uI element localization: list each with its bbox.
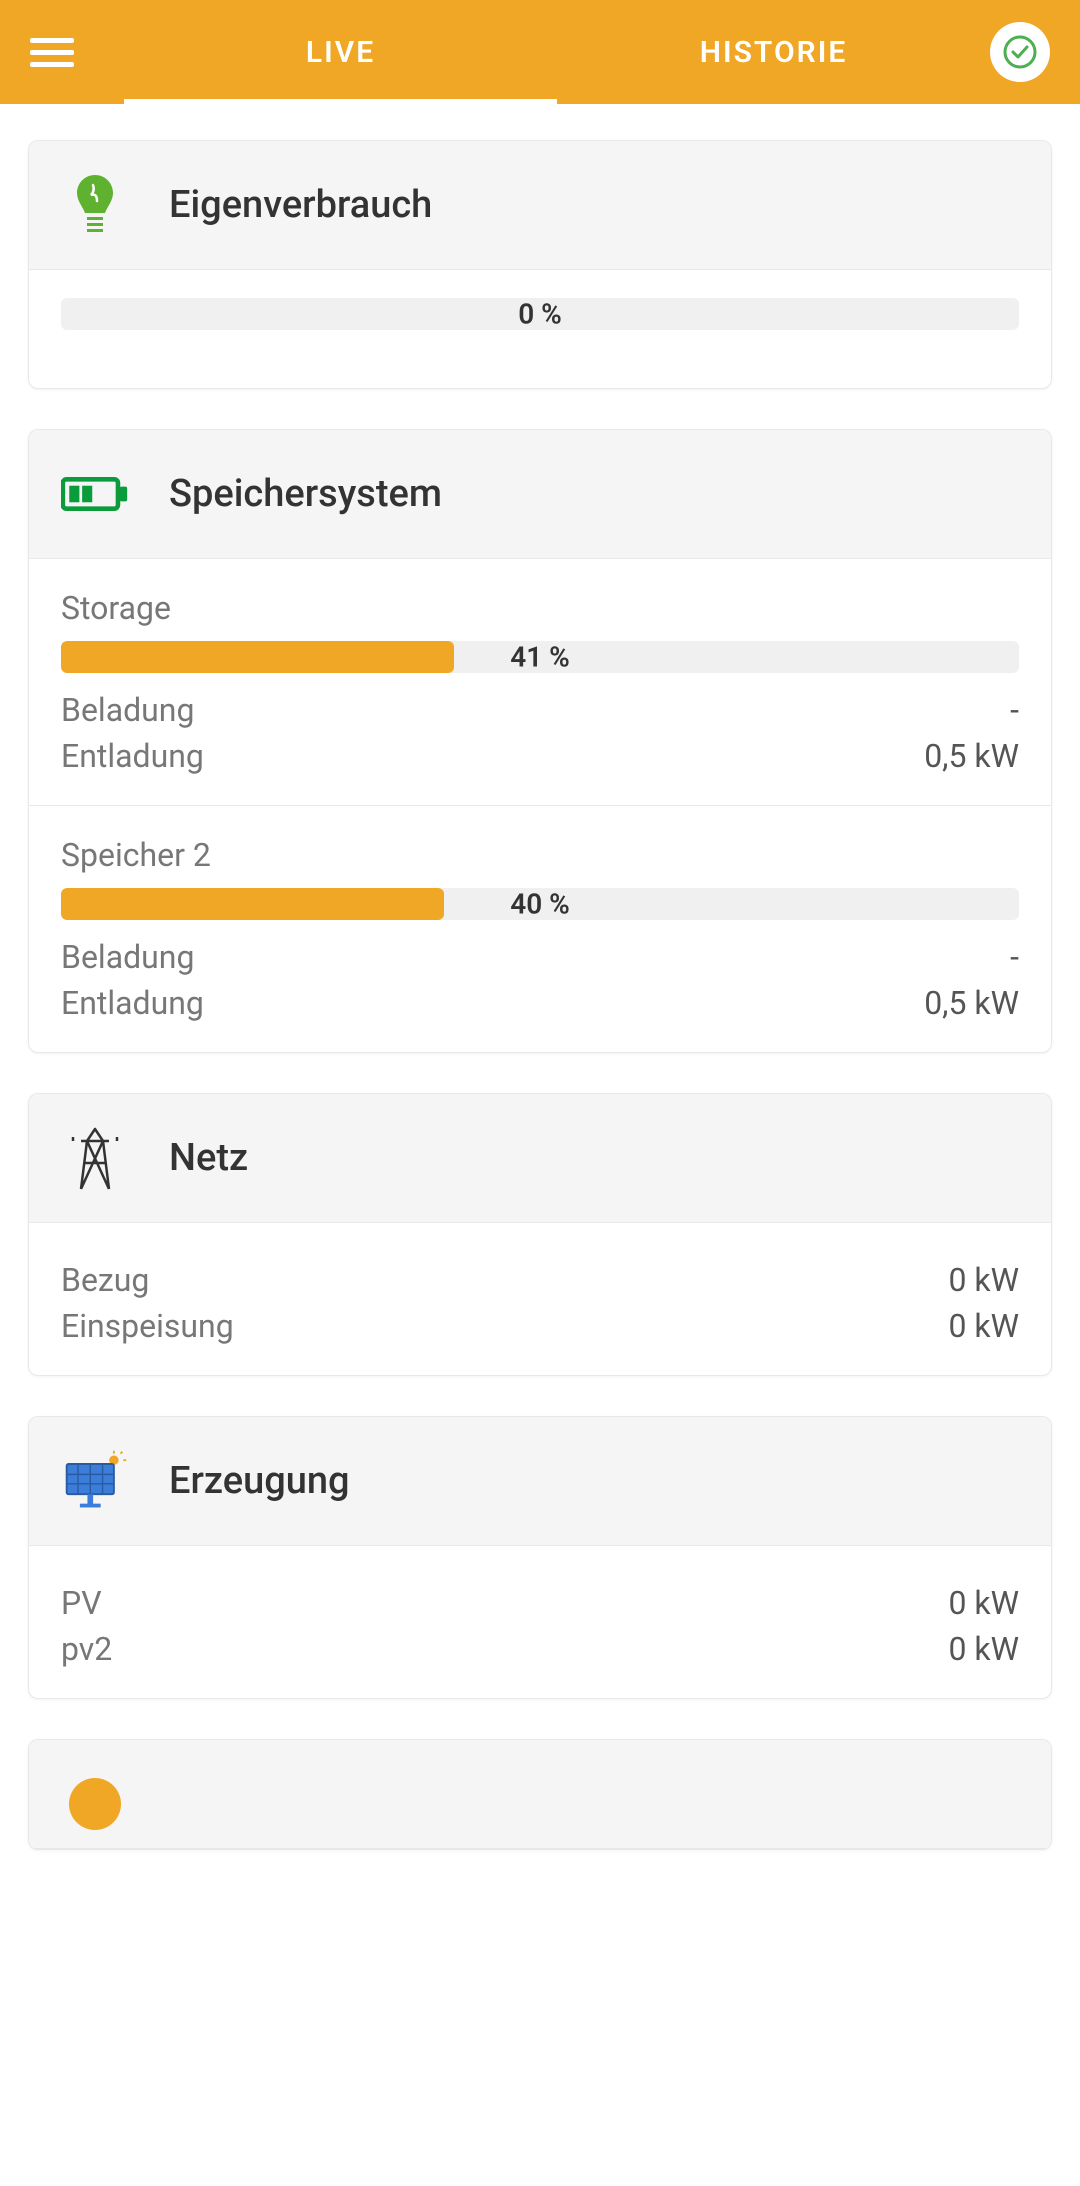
tab-label: LIVE <box>306 35 375 70</box>
kv-value: 0,5 kW <box>924 984 1019 1022</box>
card-title: Eigenverbrauch <box>169 183 432 227</box>
kv-einspeisung: Einspeisung 0 kW <box>61 1307 1019 1345</box>
card-header <box>29 1740 1051 1849</box>
kv-value: 0 kW <box>948 1261 1019 1299</box>
card-netz: Netz Bezug 0 kW Einspeisung 0 kW <box>28 1093 1052 1376</box>
tab-live[interactable]: LIVE <box>124 0 557 104</box>
tab-historie[interactable]: HISTORIE <box>557 0 990 104</box>
kv-label: Beladung <box>61 938 194 976</box>
kv-value: - <box>1010 691 1019 729</box>
card-speichersystem: Speichersystem Storage 41 % Beladung - E… <box>28 429 1052 1053</box>
storage-section-0: Storage 41 % Beladung - Entladung 0,5 kW <box>29 559 1051 806</box>
kv-label: Entladung <box>61 737 204 775</box>
battery-icon <box>61 460 129 528</box>
kv-label: Entladung <box>61 984 204 1022</box>
progress-fill <box>61 888 444 920</box>
storage-section-1: Speicher 2 40 % Beladung - Entladung 0,5… <box>29 806 1051 1052</box>
card-body: 0 % <box>29 270 1051 388</box>
tab-bar: LIVE HISTORIE <box>124 0 990 104</box>
kv-value: 0,5 kW <box>924 737 1019 775</box>
kv-label: Beladung <box>61 691 194 729</box>
content-area: Eigenverbrauch 0 % Speichersystem Storag <box>0 104 1080 1926</box>
kv-entladung: Entladung 0,5 kW <box>61 737 1019 775</box>
power-tower-icon <box>61 1124 129 1192</box>
progress-label: 40 % <box>510 888 570 920</box>
kv-beladung: Beladung - <box>61 691 1019 729</box>
card-title: Netz <box>169 1136 248 1180</box>
storage-name: Storage <box>61 589 1019 627</box>
progress-label: 0 % <box>518 298 562 330</box>
kv-label: PV <box>61 1584 102 1622</box>
kv-pv2: pv2 0 kW <box>61 1630 1019 1668</box>
card-header: Eigenverbrauch <box>29 141 1051 270</box>
card-erzeugung: Erzeugung PV 0 kW pv2 0 kW <box>28 1416 1052 1699</box>
lightbulb-icon <box>61 171 129 239</box>
kv-value: 0 kW <box>948 1584 1019 1622</box>
storage-name: Speicher 2 <box>61 836 1019 874</box>
kv-value: 0 kW <box>948 1307 1019 1345</box>
checkmark-icon <box>1002 34 1038 70</box>
kv-value: - <box>1010 938 1019 976</box>
kv-bezug: Bezug 0 kW <box>61 1261 1019 1299</box>
card-title: Erzeugung <box>169 1459 350 1503</box>
tab-label: HISTORIE <box>700 35 848 70</box>
card-eigenverbrauch: Eigenverbrauch 0 % <box>28 140 1052 389</box>
kv-label: Einspeisung <box>61 1307 234 1345</box>
kv-label: Bezug <box>61 1261 149 1299</box>
progress-label: 41 % <box>510 641 570 673</box>
progress-bar: 41 % <box>61 641 1019 673</box>
card-body: PV 0 kW pv2 0 kW <box>29 1546 1051 1698</box>
progress-bar: 0 % <box>61 298 1019 330</box>
kv-value: 0 kW <box>948 1630 1019 1668</box>
progress-bar: 40 % <box>61 888 1019 920</box>
menu-button[interactable] <box>30 30 74 74</box>
solar-panel-icon <box>61 1447 129 1515</box>
card-body: Bezug 0 kW Einspeisung 0 kW <box>29 1223 1051 1375</box>
app-header: LIVE HISTORIE <box>0 0 1080 104</box>
consumption-icon <box>61 1770 129 1838</box>
progress-fill <box>61 641 454 673</box>
card-title: Speichersystem <box>169 472 442 516</box>
card-header: Erzeugung <box>29 1417 1051 1546</box>
kv-beladung: Beladung - <box>61 938 1019 976</box>
kv-pv: PV 0 kW <box>61 1584 1019 1622</box>
status-indicator[interactable] <box>990 22 1050 82</box>
kv-label: pv2 <box>61 1630 112 1668</box>
card-partial <box>28 1739 1052 1850</box>
kv-entladung: Entladung 0,5 kW <box>61 984 1019 1022</box>
card-header: Netz <box>29 1094 1051 1223</box>
card-header: Speichersystem <box>29 430 1051 559</box>
